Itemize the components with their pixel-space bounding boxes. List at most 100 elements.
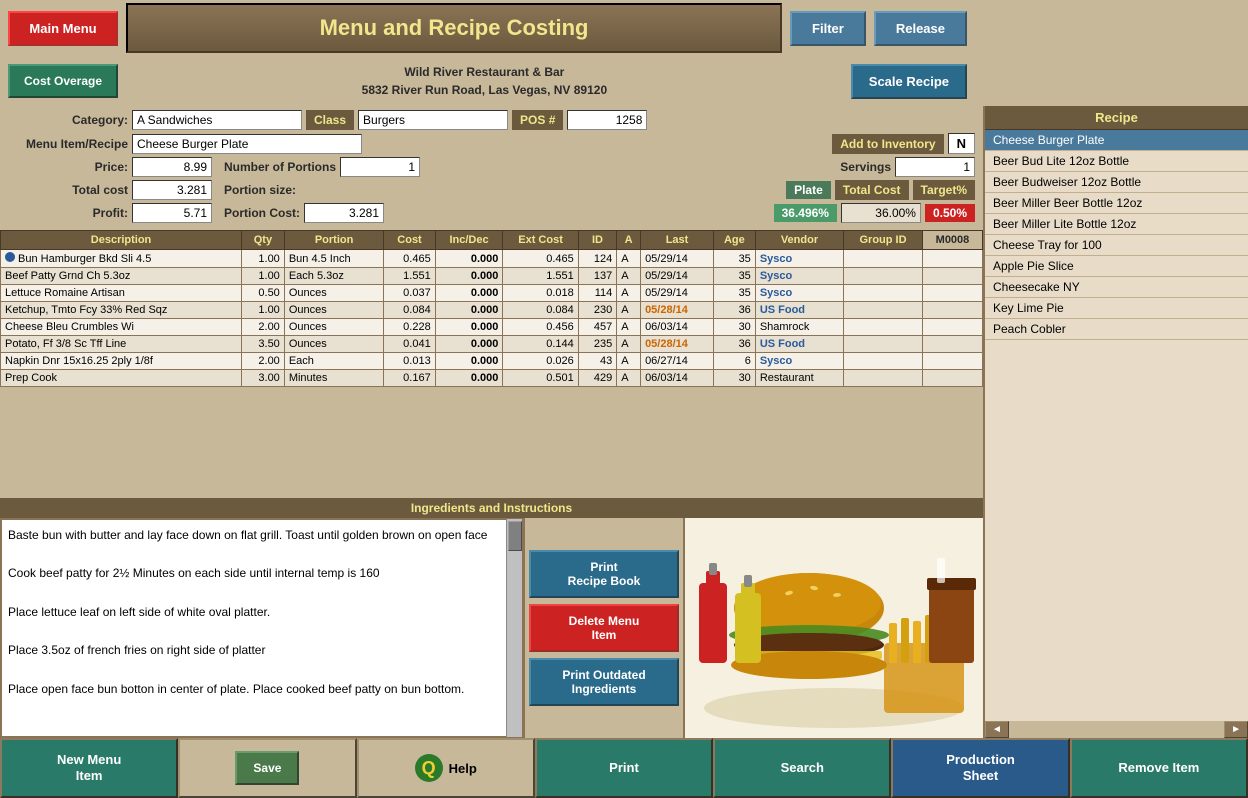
cell-extcost: 0.501 (503, 370, 578, 387)
cell-portion: Bun 4.5 Inch (284, 250, 384, 268)
print-button[interactable]: Print (535, 738, 713, 798)
cell-desc: Napkin Dnr 15x16.25 2ply 1/8f (1, 353, 242, 370)
portion-size-label: Portion size: (224, 183, 296, 197)
category-input[interactable] (132, 110, 302, 130)
restaurant-info: Wild River Restaurant & Bar 5832 River R… (126, 63, 843, 99)
recipe-scroll-right[interactable]: ► (1224, 721, 1248, 738)
col-id: ID (578, 231, 616, 250)
cell-portion: Ounces (284, 302, 384, 319)
cell-portion: Ounces (284, 285, 384, 302)
cell-vendor: Sysco (755, 268, 843, 285)
servings-input[interactable] (895, 157, 975, 177)
profit-label: Profit: (8, 206, 128, 220)
table-row[interactable]: Prep Cook 3.00 Minutes 0.167 0.000 0.501… (1, 370, 983, 387)
cell-incdec: 0.000 (435, 353, 503, 370)
total-cost-input[interactable] (132, 180, 212, 200)
price-label: Price: (8, 160, 128, 174)
cell-desc: Prep Cook (1, 370, 242, 387)
cell-age: 30 (713, 319, 755, 336)
remove-item-button[interactable]: Remove Item (1070, 738, 1248, 798)
pct-value: 36.496% (774, 204, 837, 222)
portion-cost-label: Portion Cost: (224, 206, 300, 220)
menu-item-input[interactable] (132, 134, 362, 154)
cell-groupid (844, 370, 923, 387)
save-button[interactable]: Save (235, 751, 299, 785)
recipe-list: Cheese Burger PlateBeer Bud Lite 12oz Bo… (985, 130, 1248, 721)
recipe-list-item[interactable]: Beer Bud Lite 12oz Bottle (985, 151, 1248, 172)
search-button[interactable]: Search (713, 738, 891, 798)
servings-label: Servings (840, 160, 891, 174)
cell-last: 06/27/14 (641, 353, 714, 370)
table-row[interactable]: Lettuce Romaine Artisan 0.50 Ounces 0.03… (1, 285, 983, 302)
table-row[interactable]: Napkin Dnr 15x16.25 2ply 1/8f 2.00 Each … (1, 353, 983, 370)
recipe-list-item[interactable]: Key Lime Pie (985, 298, 1248, 319)
cell-qty: 2.00 (242, 353, 285, 370)
scale-recipe-button[interactable]: Scale Recipe (851, 64, 967, 99)
pos-input[interactable] (567, 110, 647, 130)
recipe-list-item[interactable]: Beer Budweiser 12oz Bottle (985, 172, 1248, 193)
col-portion: Portion (284, 231, 384, 250)
portions-label: Number of Portions (224, 160, 336, 174)
help-area[interactable]: Q Help (357, 738, 535, 798)
cell-incdec: 0.000 (435, 250, 503, 268)
cell-a: A (617, 302, 641, 319)
help-label[interactable]: Help (449, 761, 477, 776)
cell-extcost: 0.465 (503, 250, 578, 268)
cell-record (922, 285, 982, 302)
section-divider: Ingredients and Instructions (0, 498, 983, 518)
cell-qty: 1.00 (242, 302, 285, 319)
cost-overage-button[interactable]: Cost Overage (8, 64, 118, 98)
main-menu-button[interactable]: Main Menu (8, 11, 118, 46)
price-input[interactable] (132, 157, 212, 177)
cell-desc: Beef Patty Grnd Ch 5.3oz (1, 268, 242, 285)
recipe-list-item[interactable]: Cheese Burger Plate (985, 130, 1248, 151)
recipe-list-item[interactable]: Peach Cobler (985, 319, 1248, 340)
cell-age: 36 (713, 302, 755, 319)
cell-record (922, 319, 982, 336)
profit-input[interactable] (132, 203, 212, 223)
delete-menu-button[interactable]: Delete Menu Item (529, 604, 679, 652)
cell-last: 06/03/14 (641, 319, 714, 336)
cell-portion: Ounces (284, 336, 384, 353)
production-sheet-button[interactable]: Production Sheet (891, 738, 1069, 798)
scroll-thumb[interactable] (508, 521, 522, 551)
table-row[interactable]: Cheese Bleu Crumbles Wi 2.00 Ounces 0.22… (1, 319, 983, 336)
recipe-scroll-left[interactable]: ◄ (985, 721, 1009, 738)
col-cost: Cost (384, 231, 435, 250)
target-input[interactable] (841, 203, 921, 223)
recipe-list-item[interactable]: Apple Pie Slice (985, 256, 1248, 277)
cell-cost: 0.037 (384, 285, 435, 302)
print-recipe-button[interactable]: Print Recipe Book (529, 550, 679, 598)
new-menu-item-button[interactable]: New Menu Item (0, 738, 178, 798)
col-groupid: Group ID (844, 231, 923, 250)
cell-id: 137 (578, 268, 616, 285)
table-row[interactable]: Ketchup, Tmto Fcy 33% Red Sqz 1.00 Ounce… (1, 302, 983, 319)
table-row[interactable]: Potato, Ff 3/8 Sc Tff Line 3.50 Ounces 0… (1, 336, 983, 353)
cell-groupid (844, 285, 923, 302)
plate-badge: Plate (786, 181, 831, 199)
cell-record (922, 302, 982, 319)
recipe-list-item[interactable]: Cheesecake NY (985, 277, 1248, 298)
portions-input[interactable] (340, 157, 420, 177)
table-row[interactable]: Bun Hamburger Bkd Sli 4.5 1.00 Bun 4.5 I… (1, 250, 983, 268)
cell-portion: Minutes (284, 370, 384, 387)
target-label: Target% (913, 180, 975, 200)
release-button[interactable]: Release (874, 11, 967, 46)
filter-button[interactable]: Filter (790, 11, 866, 46)
cell-incdec: 0.000 (435, 370, 503, 387)
col-description: Description (1, 231, 242, 250)
cell-incdec: 0.000 (435, 319, 503, 336)
class-input[interactable] (358, 110, 508, 130)
save-area[interactable]: Save (178, 738, 356, 798)
cell-a: A (617, 370, 641, 387)
table-row[interactable]: Beef Patty Grnd Ch 5.3oz 1.00 Each 5.3oz… (1, 268, 983, 285)
cell-extcost: 0.144 (503, 336, 578, 353)
recipe-list-item[interactable]: Beer Miller Beer Bottle 12oz (985, 193, 1248, 214)
cell-desc: Ketchup, Tmto Fcy 33% Red Sqz (1, 302, 242, 319)
cell-vendor: Restaurant (755, 370, 843, 387)
recipe-list-item[interactable]: Cheese Tray for 100 (985, 235, 1248, 256)
cell-a: A (617, 250, 641, 268)
portion-cost-input[interactable] (304, 203, 384, 223)
print-outdated-button[interactable]: Print Outdated Ingredients (529, 658, 679, 706)
recipe-list-item[interactable]: Beer Miller Lite Bottle 12oz (985, 214, 1248, 235)
